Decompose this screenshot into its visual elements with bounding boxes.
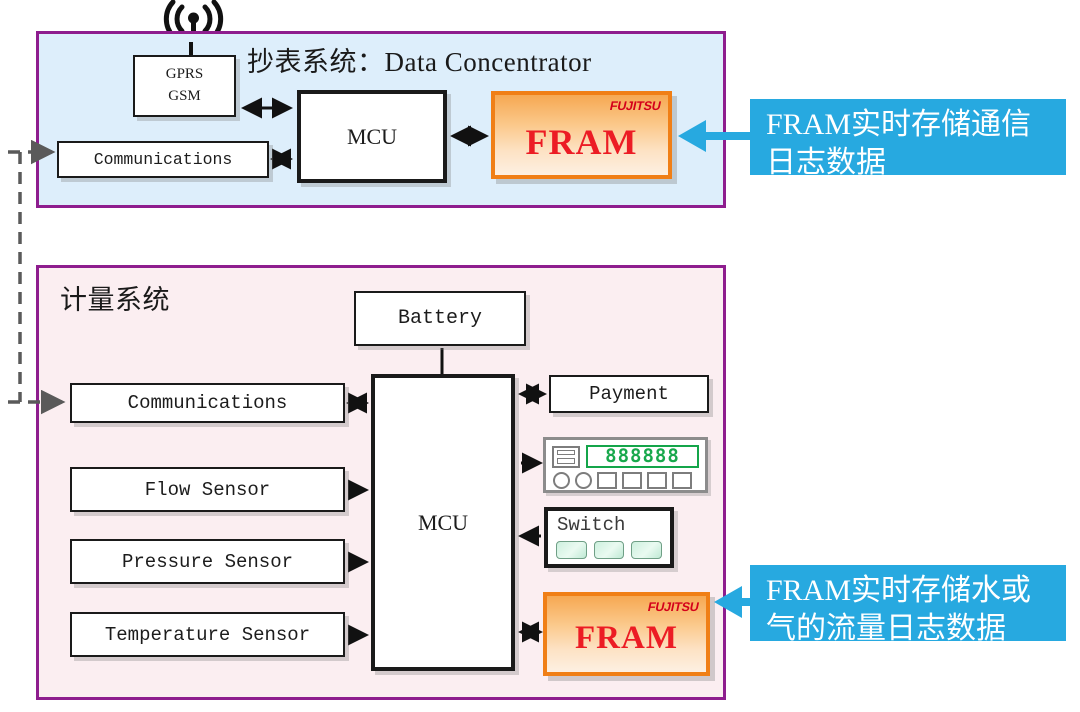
lcd-top-row: 888888 xyxy=(552,444,699,469)
lcd-square-indicator-2 xyxy=(622,471,642,489)
payment-label: Payment xyxy=(589,383,669,405)
switch-button-icon-3[interactable] xyxy=(631,541,663,559)
callout-bottom-line2: 气的流量日志数据 xyxy=(766,611,1006,645)
fram-label-top: FRAM xyxy=(525,122,638,162)
box-gprs-gsm[interactable]: GPRS GSM xyxy=(133,55,236,117)
lcd-indicator-row xyxy=(553,471,698,489)
lcd-square-indicator-4 xyxy=(672,471,692,489)
lcd-circle-indicator-1 xyxy=(553,471,570,489)
switch-button-group xyxy=(556,541,663,559)
mcu-label-bottom: MCU xyxy=(417,509,469,535)
lcd-square-indicator-3 xyxy=(647,471,667,489)
box-switch[interactable]: Switch xyxy=(544,507,674,568)
flow-sensor-label: Flow Sensor xyxy=(144,478,271,501)
panel-top-title: 抄表系统：Data Concentrator xyxy=(247,47,592,77)
box-fram-bottom[interactable]: FUJITSU FRAM xyxy=(543,592,710,676)
bars-indicator-icon xyxy=(552,445,580,468)
fram-label-bottom: FRAM xyxy=(575,620,678,656)
communications-label-bottom: Communications xyxy=(127,392,288,414)
callout-bottom: FRAM实时存储水或 气的流量日志数据 xyxy=(750,565,1066,645)
box-mcu-bottom[interactable]: MCU xyxy=(371,374,515,671)
battery-label: Battery xyxy=(397,307,482,330)
switch-button-icon-2[interactable] xyxy=(593,541,625,559)
mcu-label-top: MCU xyxy=(346,123,398,149)
lcd-square-indicator-1 xyxy=(597,471,617,489)
lcd-circle-indicator-2 xyxy=(575,471,592,489)
box-temperature-sensor[interactable]: Temperature Sensor xyxy=(70,612,345,657)
temperature-sensor-label: Temperature Sensor xyxy=(104,623,311,646)
box-payment[interactable]: Payment xyxy=(549,375,709,413)
diagram-canvas: 抄表系统：Data Concentrator 计量系统 GPRS GSM Com… xyxy=(0,0,1080,712)
fujitsu-logo-top: FUJITSU xyxy=(608,99,663,113)
switch-button-icon-1[interactable] xyxy=(556,541,587,559)
box-battery[interactable]: Battery xyxy=(354,291,526,346)
switch-label: Switch xyxy=(557,514,626,536)
callout-top-line2: 日志数据 xyxy=(766,145,886,179)
pressure-sensor-label: Pressure Sensor xyxy=(121,550,294,573)
gsm-label: GSM xyxy=(168,88,201,104)
callout-bottom-line1: FRAM实时存储水或 xyxy=(766,574,1032,607)
lcd-digits: 888888 xyxy=(586,445,699,468)
gprs-label: GPRS xyxy=(165,66,204,83)
box-flow-sensor[interactable]: Flow Sensor xyxy=(70,467,345,512)
lcd-display[interactable]: 888888 xyxy=(543,437,708,493)
fujitsu-logo-bottom: FUJITSU xyxy=(646,600,701,614)
box-fram-top[interactable]: FUJITSU FRAM xyxy=(491,91,672,179)
box-communications-top[interactable]: Communications xyxy=(57,141,269,178)
panel-bottom-title: 计量系统 xyxy=(60,285,170,315)
box-pressure-sensor[interactable]: Pressure Sensor xyxy=(70,539,345,584)
callout-top-line1: FRAM实时存储通信 xyxy=(766,108,1032,141)
box-communications-bottom[interactable]: Communications xyxy=(70,383,345,423)
callout-top: FRAM实时存储通信 日志数据 xyxy=(750,99,1066,179)
communications-label-top: Communications xyxy=(93,150,233,169)
box-mcu-top[interactable]: MCU xyxy=(297,90,447,183)
